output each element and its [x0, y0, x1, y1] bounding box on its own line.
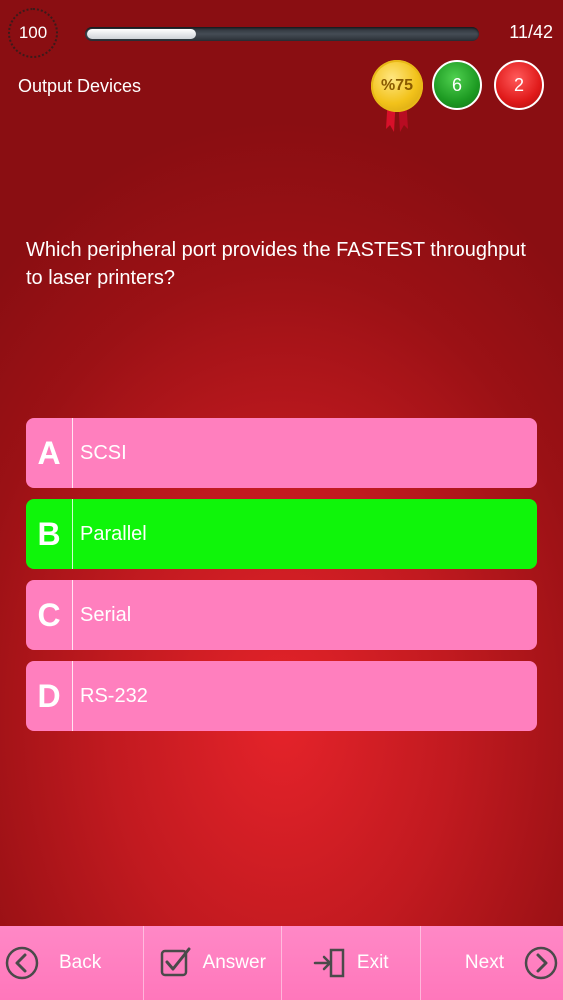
option-a[interactable]: A SCSI [26, 418, 537, 488]
question-text: Which peripheral port provides the FASTE… [26, 239, 526, 289]
back-label: Back [59, 952, 102, 973]
exit-label: Exit [356, 952, 389, 973]
correct-count: 6 [451, 74, 462, 95]
chevron-left-circle-icon [5, 946, 39, 980]
option-d[interactable]: D RS-232 [26, 661, 537, 731]
next-button[interactable]: Next [421, 926, 563, 1000]
category-title: Output Devices [18, 76, 142, 96]
correct-count-badge: 6 [432, 60, 482, 110]
answer-button[interactable]: Answer [144, 926, 282, 1000]
back-button[interactable]: Back [0, 926, 144, 1000]
option-text: Serial [80, 603, 132, 626]
option-text: SCSI [80, 441, 127, 464]
option-letter: B [26, 499, 73, 569]
exit-button[interactable]: Exit [282, 926, 421, 1000]
wrong-count: 2 [513, 74, 524, 95]
bottom-nav-bar: Back Answer Exit Next [0, 926, 563, 1000]
medal-icon: %75 [371, 60, 423, 112]
exit-door-icon [313, 946, 347, 980]
medal-label: %75 [380, 77, 414, 94]
option-b[interactable]: B Parallel [26, 499, 537, 569]
option-text: RS-232 [80, 684, 148, 707]
progress-bar [85, 27, 479, 41]
question-counter: 11/42 [509, 22, 553, 42]
medal-badge: %75 [371, 60, 423, 135]
next-label: Next [464, 952, 504, 973]
chevron-right-circle-icon [524, 946, 558, 980]
progress-fill [87, 29, 196, 39]
timer-value: 100 [18, 23, 48, 42]
option-letter: C [26, 580, 73, 650]
timer: 100 [8, 8, 58, 58]
option-c[interactable]: C Serial [26, 580, 537, 650]
answer-label: Answer [202, 952, 266, 973]
checkbox-icon [159, 946, 193, 980]
option-letter: D [26, 661, 73, 731]
option-text: Parallel [80, 522, 147, 545]
option-letter: A [26, 418, 73, 488]
wrong-count-badge: 2 [494, 60, 544, 110]
